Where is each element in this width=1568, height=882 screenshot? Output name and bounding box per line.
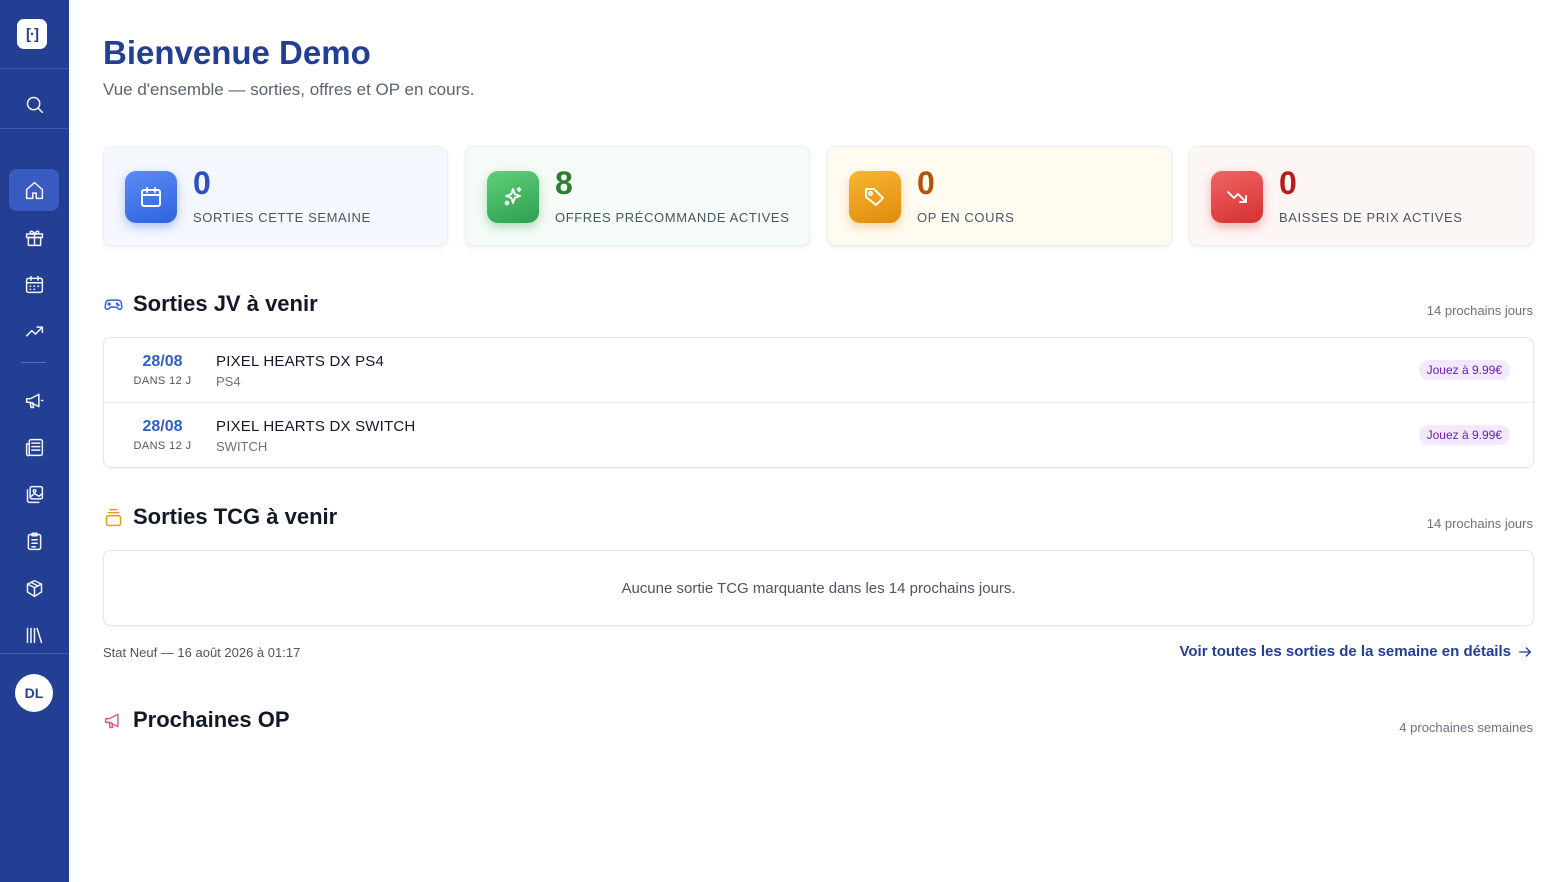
gift-icon [25, 230, 43, 246]
jv-release-list: 28/08 DANS 12 J PIXEL HEARTS DX PS4 PS4 … [103, 337, 1534, 468]
stat-icon-badge [1211, 171, 1263, 223]
arrow-right-icon [1519, 646, 1531, 657]
stat-value: 0 [193, 165, 211, 201]
release-countdown: DANS 12 J [133, 440, 192, 452]
gamepad-icon [104, 298, 123, 310]
offer-badge: Jouez à 9.99€ [1418, 425, 1510, 445]
calendar-icon [25, 275, 43, 293]
section-header-op: Prochaines OP [103, 707, 290, 733]
sidebar-item-op[interactable] [9, 379, 59, 421]
sidebar-item-offers[interactable] [9, 216, 59, 258]
sidebar-item-media[interactable] [9, 473, 59, 515]
section-title: Prochaines OP [133, 707, 290, 732]
stat-icon-badge [125, 171, 177, 223]
stat-card-price-drops[interactable]: 0 BAISSES DE PRIX ACTIVES [1189, 146, 1534, 246]
megaphone-icon [104, 713, 119, 728]
release-countdown: DANS 12 J [133, 375, 192, 387]
section-header-tcg: Sorties TCG à venir [103, 504, 337, 530]
sidebar-item-news[interactable] [9, 426, 59, 468]
page-title: Bienvenue Demo [103, 34, 371, 71]
stat-label: OFFRES PRÉCOMMANDE ACTIVES [555, 210, 790, 225]
stat-value: 0 [917, 165, 935, 201]
release-name: PIXEL HEARTS DX SWITCH [216, 418, 416, 435]
section-title: Sorties TCG à venir [133, 504, 338, 529]
cards-stack-icon [105, 508, 122, 526]
release-date: 28/08 [142, 353, 183, 370]
sidebar-item-tasks[interactable] [9, 520, 59, 562]
page-subtitle: Vue d'ensemble — sorties, offres et OP e… [103, 80, 475, 99]
release-platform: SWITCH [216, 439, 268, 454]
sidebar-item-home[interactable] [9, 169, 59, 211]
section-range: 4 prochaines semaines [1399, 720, 1533, 735]
release-platform: PS4 [216, 374, 241, 389]
stat-value: 0 [1279, 165, 1297, 201]
sidebar-divider [0, 68, 69, 69]
images-icon [26, 485, 43, 503]
release-date: 28/08 [142, 418, 183, 435]
see-all-releases-link[interactable]: Voir toutes les sorties de la semaine en… [1179, 643, 1533, 660]
sidebar: [·] DL [0, 0, 69, 882]
sidebar-item-search[interactable] [9, 83, 59, 125]
empty-state-message: Aucune sortie TCG marquante dans les 14 … [621, 579, 1016, 597]
stat-value: 8 [555, 165, 573, 201]
search-icon [26, 96, 43, 113]
sidebar-divider [0, 128, 69, 129]
sidebar-divider [21, 362, 46, 363]
section-range: 14 prochains jours [1426, 303, 1533, 318]
app-logo[interactable]: [·] [17, 19, 47, 49]
newspaper-icon [25, 438, 43, 456]
section-range: 14 prochains jours [1426, 516, 1533, 531]
stat-label: OP EN COURS [917, 210, 1015, 225]
tag-icon [865, 188, 884, 206]
sidebar-item-calendar[interactable] [9, 263, 59, 305]
app-root: [·] DL Bienvenue Demo Vue d'ensemble — s… [0, 0, 1568, 882]
stat-icon-badge [849, 171, 901, 223]
sidebar-item-products[interactable] [9, 567, 59, 609]
package-icon [26, 579, 42, 597]
list-item[interactable]: 28/08 DANS 12 J PIXEL HEARTS DX SWITCH S… [104, 403, 1533, 467]
sparkles-icon [504, 187, 522, 206]
sidebar-item-trends[interactable] [9, 310, 59, 352]
trending-up-icon [25, 325, 43, 337]
link-label: Voir toutes les sorties de la semaine en… [1179, 643, 1511, 660]
calendar-icon [141, 187, 161, 207]
stat-timestamp: Stat Neuf — 16 août 2026 à 01:17 [103, 645, 301, 660]
trending-down-icon [1227, 191, 1247, 203]
section-title: Sorties JV à venir [133, 291, 318, 316]
stat-card-releases[interactable]: 0 SORTIES CETTE SEMAINE [103, 146, 448, 246]
stat-label: BAISSES DE PRIX ACTIVES [1279, 210, 1463, 225]
user-avatar[interactable]: DL [15, 674, 53, 712]
stat-card-preorders[interactable]: 8 OFFRES PRÉCOMMANDE ACTIVES [465, 146, 810, 246]
clipboard-icon [27, 531, 41, 550]
library-icon [26, 627, 42, 643]
tcg-release-list: Aucune sortie TCG marquante dans les 14 … [103, 550, 1534, 626]
section-header-jv: Sorties JV à venir [103, 291, 318, 317]
sidebar-divider [0, 653, 69, 654]
megaphone-icon [25, 393, 44, 408]
list-item[interactable]: 28/08 DANS 12 J PIXEL HEARTS DX PS4 PS4 … [104, 338, 1533, 403]
release-name: PIXEL HEARTS DX PS4 [216, 353, 385, 370]
sidebar-item-library[interactable] [9, 614, 59, 656]
stat-card-op[interactable]: 0 OP EN COURS [827, 146, 1172, 246]
stat-icon-badge [487, 171, 539, 223]
offer-badge: Jouez à 9.99€ [1418, 360, 1510, 380]
home-icon [25, 181, 43, 199]
stat-label: SORTIES CETTE SEMAINE [193, 210, 371, 225]
